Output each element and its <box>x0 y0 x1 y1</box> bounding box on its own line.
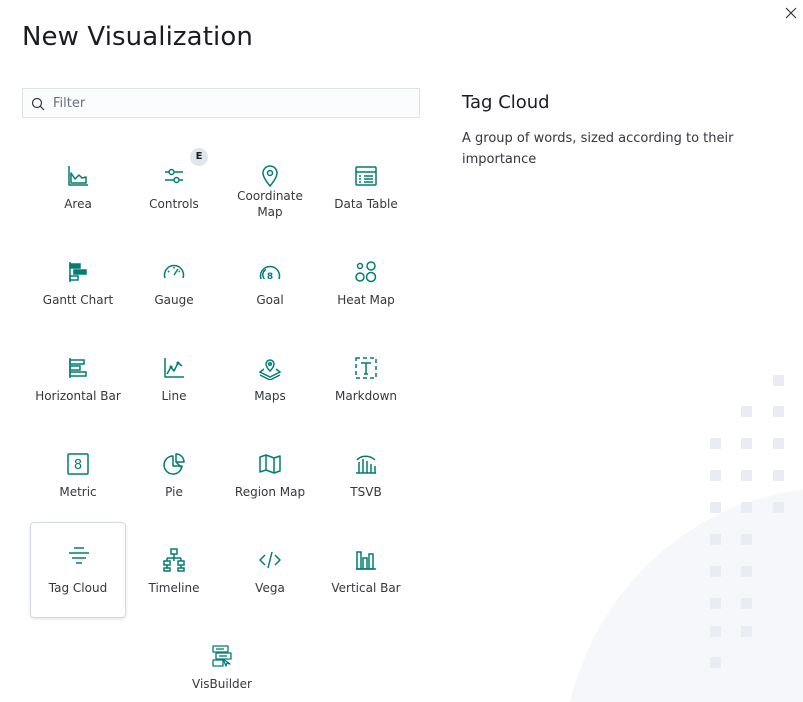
tile-label: Data Table <box>334 197 398 211</box>
filter-input[interactable] <box>53 89 413 117</box>
tile-label: Area <box>64 197 92 211</box>
svg-text:8: 8 <box>74 458 82 473</box>
visbuilder-icon <box>210 644 234 668</box>
modal-title: New Visualization <box>22 22 253 52</box>
description-text: A group of words, sized according to the… <box>462 131 734 167</box>
tile-heat-map[interactable]: Heat Map <box>318 248 414 344</box>
filter-field[interactable] <box>22 88 420 118</box>
decorative-illustration <box>570 375 803 702</box>
maps-icon <box>258 356 282 380</box>
search-icon <box>31 97 45 111</box>
heatmap-icon <box>354 260 378 284</box>
tile-vertical-bar[interactable]: Vertical Bar <box>318 536 414 632</box>
table-icon <box>354 164 378 188</box>
tile-label: Gantt Chart <box>42 293 114 307</box>
tile-gantt-chart[interactable]: Gantt Chart <box>30 248 126 344</box>
gauge-icon <box>162 260 186 284</box>
close-icon[interactable] <box>783 5 799 21</box>
vertical-bar-icon <box>354 548 378 572</box>
tile-label: Horizontal Bar <box>35 389 121 403</box>
tile-label: Timeline <box>148 581 200 595</box>
tile-area[interactable]: Area <box>30 152 126 248</box>
tile-gauge[interactable]: Gauge <box>126 248 222 344</box>
area-chart-icon <box>66 164 90 188</box>
tile-label: Metric <box>59 485 97 499</box>
tile-label: Maps <box>254 389 286 403</box>
code-icon <box>258 548 282 572</box>
description-title: Tag Cloud <box>462 92 550 113</box>
new-visualization-modal: New Visualization Area E Controls <box>0 0 803 702</box>
tile-label: Vertical Bar <box>331 581 401 595</box>
tile-label: Gauge <box>154 293 194 307</box>
tile-region-map[interactable]: Region Map <box>222 440 318 536</box>
tile-line[interactable]: Line <box>126 344 222 440</box>
tile-data-table[interactable]: Data Table <box>318 152 414 248</box>
horizontal-bar-icon <box>66 356 90 380</box>
tile-label: Controls <box>149 197 199 211</box>
tile-tag-cloud[interactable]: Tag Cloud <box>30 522 126 618</box>
tile-horizontal-bar[interactable]: Horizontal Bar <box>30 344 126 440</box>
tile-pie[interactable]: Pie <box>126 440 222 536</box>
region-map-icon <box>258 452 282 476</box>
timeline-icon <box>162 548 186 572</box>
pie-chart-icon <box>162 452 186 476</box>
markdown-icon <box>354 356 378 380</box>
map-pin-icon <box>258 164 282 188</box>
tile-coordinate-map[interactable]: Coordinate Map <box>222 152 318 248</box>
tile-label: Markdown <box>335 389 397 403</box>
tile-markdown[interactable]: Markdown <box>318 344 414 440</box>
tile-controls[interactable]: E Controls <box>126 148 222 248</box>
goal-icon: 8 <box>258 260 282 284</box>
tile-label: Vega <box>255 581 285 595</box>
tag-cloud-icon <box>67 543 91 567</box>
tile-label: VisBuilder <box>192 677 252 691</box>
tile-goal[interactable]: 8 Goal <box>222 248 318 344</box>
tile-label: Tag Cloud <box>48 581 108 595</box>
tsvb-icon <box>354 452 378 476</box>
tile-label: Pie <box>165 485 183 499</box>
tile-label: Heat Map <box>337 293 395 307</box>
gantt-chart-icon <box>66 260 90 284</box>
line-chart-icon <box>162 356 186 380</box>
tile-vega[interactable]: Vega <box>222 536 318 632</box>
tile-label: Line <box>161 389 187 403</box>
tile-maps[interactable]: Maps <box>222 344 318 440</box>
tile-label: Coordinate Map <box>237 189 303 219</box>
tile-visbuilder[interactable]: VisBuilder <box>174 632 270 702</box>
tile-timeline[interactable]: Timeline <box>126 536 222 632</box>
tile-tsvb[interactable]: TSVB <box>318 440 414 536</box>
controls-icon <box>162 164 186 188</box>
svg-text:8: 8 <box>267 272 273 282</box>
tile-label: TSVB <box>350 485 382 499</box>
metric-icon: 8 <box>66 452 90 476</box>
badge: E <box>190 148 208 166</box>
tile-label: Region Map <box>234 485 306 499</box>
tile-label: Goal <box>256 293 284 307</box>
